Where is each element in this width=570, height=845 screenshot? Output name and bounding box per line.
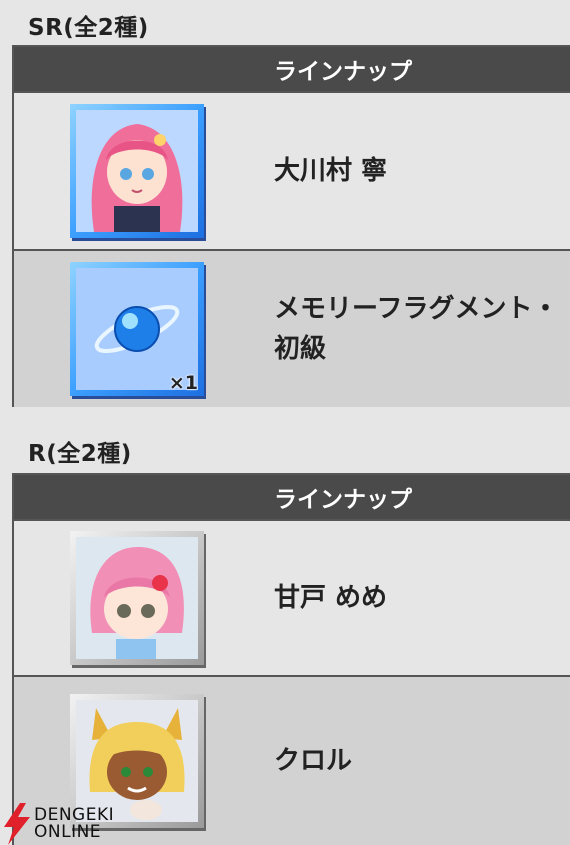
pink-haired-chibi-avatar-icon: [76, 537, 198, 659]
sr-header-label: ラインナップ: [274, 59, 412, 85]
sr-section-title: SR(全2種): [28, 15, 149, 41]
pink-haired-girl-avatar-icon: [76, 110, 198, 232]
dengeki-online-logo: DENGEKI ONLINE: [0, 803, 130, 845]
r-header-label: ラインナップ: [274, 487, 412, 513]
table-row[interactable]: 大川村 寧: [14, 91, 570, 249]
item-name: クロル: [274, 745, 353, 776]
item-name: 大川村 寧: [274, 155, 388, 186]
quantity-label: ×1: [168, 372, 198, 394]
logo-line-2: ONLINE: [34, 822, 102, 842]
item-thumbnail[interactable]: [70, 531, 204, 665]
r-lineup-table: ラインナップ 甘戸 めめ クロル: [12, 473, 570, 845]
r-section-title: R(全2種): [28, 441, 132, 467]
table-row[interactable]: ×1 メモリーフラグメント・初級: [14, 249, 570, 407]
item-thumbnail[interactable]: ×1: [70, 262, 204, 396]
sr-table-header: ラインナップ: [14, 47, 570, 91]
item-thumbnail[interactable]: [70, 104, 204, 238]
sr-lineup-table: ラインナップ 大川村 寧 ×1 メモリーフラグメント・初級: [12, 45, 570, 407]
lightning-bolt-icon: [4, 803, 30, 845]
item-name: メモリーフラグメント・初級: [274, 293, 559, 364]
table-row[interactable]: 甘戸 めめ: [14, 519, 570, 675]
r-table-header: ラインナップ: [14, 475, 570, 519]
item-name: 甘戸 めめ: [274, 582, 388, 613]
